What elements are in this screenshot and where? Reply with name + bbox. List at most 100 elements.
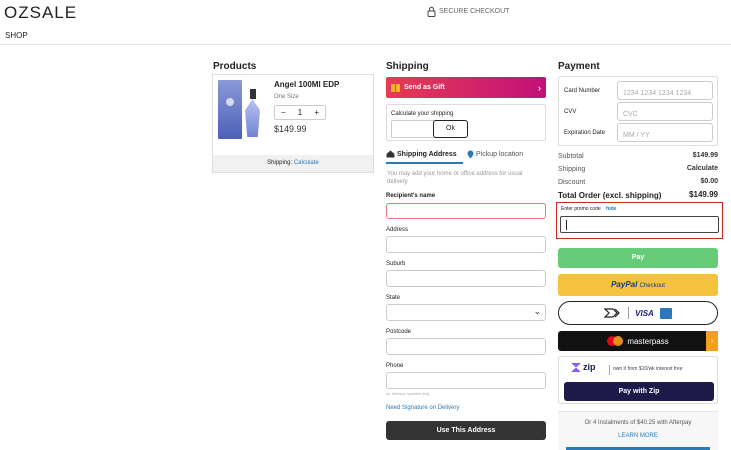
zip-icon xyxy=(571,362,581,372)
cvv-input[interactable]: CVC xyxy=(617,102,713,121)
text-cursor xyxy=(566,220,567,230)
signature-on-delivery-link[interactable]: Need Signature on Delivery xyxy=(386,405,459,411)
product-size: One Size xyxy=(274,94,299,100)
click-to-pay-icon xyxy=(604,308,621,318)
state-select[interactable]: ⌄ xyxy=(386,304,546,321)
paypal-checkout-label: Checkout xyxy=(639,283,665,289)
tab-pickup-location[interactable]: Pickup location xyxy=(467,150,523,159)
promo-code-label: Enter promo code xyxy=(561,206,601,212)
card-number-label: Card Number xyxy=(564,88,601,94)
product-price: $149.99 xyxy=(274,124,307,134)
home-icon xyxy=(386,150,395,158)
product-box-image[interactable] xyxy=(218,80,242,139)
click-to-pay-divider xyxy=(628,307,630,319)
masterpass-arrow-button[interactable]: › xyxy=(706,331,718,351)
shipping-heading: Shipping xyxy=(386,61,429,72)
use-this-address-button[interactable]: Use This Address xyxy=(386,421,546,440)
products-heading: Products xyxy=(213,61,257,72)
promo-code-input[interactable] xyxy=(560,216,719,233)
increase-quantity-button[interactable]: + xyxy=(314,108,319,117)
pay-with-zip-button[interactable]: Pay with Zip xyxy=(564,382,714,401)
lock-icon xyxy=(427,6,436,17)
afterpay-instalments-text: Or 4 Instalments of $40.25 with Afterpay xyxy=(584,420,692,426)
cvv-placeholder: CVC xyxy=(623,111,638,118)
calculate-ok-button[interactable]: Ok xyxy=(433,120,468,138)
chevron-right-icon: › xyxy=(538,82,541,93)
send-as-gift-label: Send as Gift xyxy=(404,84,445,91)
total-order-value: $149.99 xyxy=(689,190,718,199)
secure-checkout-indicator: SECURE CHECKOUT xyxy=(427,6,509,17)
total-order-label: Total Order (excl. shipping) xyxy=(558,191,662,200)
card-details-box: Card Number 1234 1234 1234 1234 CVV CVC … xyxy=(558,76,718,146)
map-pin-icon xyxy=(467,150,474,159)
expiration-date-placeholder: MM / YY xyxy=(623,132,650,139)
zip-interest-free-text: own it from $10/wk interest free xyxy=(613,366,683,372)
paypal-logo: PayPal xyxy=(611,280,638,289)
chevron-down-icon: ⌄ xyxy=(533,306,541,316)
card-number-placeholder: 1234 1234 1234 1234 xyxy=(623,90,692,97)
visa-logo: VISA xyxy=(635,308,654,318)
address-help-text: You may add your home or office address … xyxy=(387,171,523,185)
card-number-input[interactable]: 1234 1234 1234 1234 xyxy=(617,81,713,100)
zip-payment-box: zip own it from $10/wk interest free Pay… xyxy=(558,356,718,404)
masterpass-button[interactable]: masterpass xyxy=(558,331,718,351)
tab-pickup-location-label: Pickup location xyxy=(476,151,524,158)
shop-nav-link[interactable]: SHOP xyxy=(5,31,28,40)
paypal-checkout-button[interactable]: PayPal Checkout xyxy=(558,274,718,296)
calculate-shipping-cost-link[interactable]: Calculate xyxy=(658,165,718,172)
click-to-pay-button[interactable]: VISA xyxy=(558,301,718,325)
product-bottle-image[interactable] xyxy=(245,89,260,139)
cvv-label: CVV xyxy=(564,109,577,115)
expiration-date-label: Expiration Date xyxy=(564,130,606,136)
send-as-gift-button[interactable]: Send as Gift › xyxy=(386,77,546,98)
pay-button[interactable]: Pay xyxy=(558,248,718,268)
zip-word: zip xyxy=(583,362,596,372)
suburb-input[interactable] xyxy=(386,270,546,287)
postcode-input[interactable] xyxy=(386,338,546,355)
product-name[interactable]: Angel 100Ml EDP xyxy=(274,80,339,89)
quantity-value: 1 xyxy=(297,108,303,117)
zip-logo: zip xyxy=(571,362,596,372)
tab-shipping-address[interactable]: Shipping Address xyxy=(386,150,457,158)
postcode-label: Postcode xyxy=(386,329,412,335)
calculate-shipping-link[interactable]: Calculate xyxy=(294,160,319,166)
phone-label: Phone xyxy=(386,363,404,369)
phone-note: for delivery updates only xyxy=(386,391,430,396)
shipping-calculator-box: Calculate your shipping Ok xyxy=(386,104,546,141)
mastercard-icon xyxy=(607,336,624,346)
shipping-postcode-input[interactable] xyxy=(391,120,436,138)
product-shipping-strip: Shipping: Calculate xyxy=(213,155,373,172)
header-divider xyxy=(0,44,731,45)
address-label: Address xyxy=(386,227,409,233)
suburb-label: Suburb xyxy=(386,261,406,267)
address-input[interactable] xyxy=(386,236,546,253)
quantity-stepper[interactable]: − 1 + xyxy=(274,105,326,120)
ozsale-logo[interactable]: OZSALE xyxy=(4,3,77,23)
calculate-shipping-label: Calculate your shipping xyxy=(391,111,454,117)
zip-divider xyxy=(609,365,610,375)
tab-shipping-address-label: Shipping Address xyxy=(397,150,457,158)
recipient-name-label: Recipient's name xyxy=(386,193,436,199)
subtotal-value: $149.99 xyxy=(692,152,718,159)
recipient-name-input[interactable] xyxy=(386,203,546,219)
decrease-quantity-button[interactable]: − xyxy=(281,108,286,117)
product-shipping-label: Shipping: xyxy=(267,160,293,166)
product-card: Angel 100Ml EDP One Size − 1 + $149.99 S… xyxy=(212,74,374,173)
afterpay-section: Or 4 Instalments of $40.25 with Afterpay… xyxy=(558,411,718,450)
discount-value: $0.00 xyxy=(700,178,718,185)
secure-checkout-label: SECURE CHECKOUT xyxy=(439,8,510,15)
phone-input[interactable] xyxy=(386,372,546,389)
gift-icon xyxy=(391,83,400,92)
shipping-cost-label: Shipping xyxy=(558,166,586,173)
payment-heading: Payment xyxy=(558,61,600,72)
discount-label: Discount xyxy=(558,179,586,186)
masterpass-label: masterpass xyxy=(627,336,669,346)
promo-hide-link[interactable]: hide xyxy=(606,206,616,212)
promo-code-label-row: Enter promo code hide xyxy=(561,206,616,212)
expiration-date-input[interactable]: MM / YY xyxy=(617,123,713,142)
active-tab-underline xyxy=(386,162,463,164)
state-label: State xyxy=(386,295,401,301)
subtotal-label: Subtotal xyxy=(558,153,584,160)
amex-icon xyxy=(659,307,672,319)
afterpay-learn-more-link[interactable]: LEARN MORE xyxy=(558,433,718,439)
